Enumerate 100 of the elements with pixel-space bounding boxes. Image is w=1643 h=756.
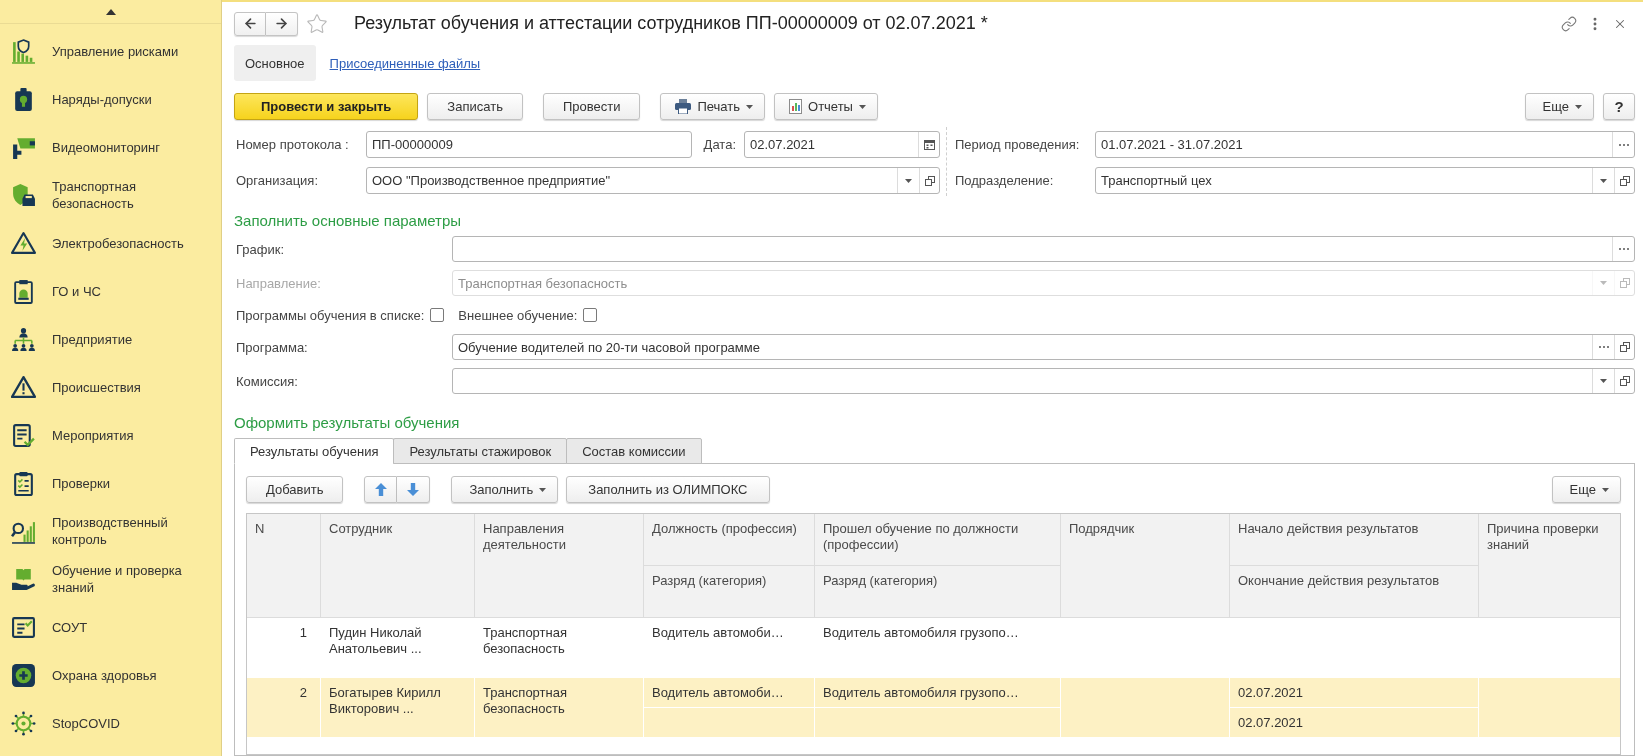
print-button[interactable]: Печать: [660, 93, 765, 120]
field-label: Подразделение:: [954, 173, 1055, 188]
sidebar-item[interactable]: СОУТ: [0, 603, 88, 651]
caret-icon: [1602, 487, 1609, 492]
link-icon[interactable]: [1561, 15, 1577, 32]
document-check-icon: [11, 422, 36, 448]
caret-icon: [1575, 104, 1582, 109]
sidebar-item[interactable]: Электробезопасность: [0, 219, 184, 267]
sidebar-item[interactable]: Проверки: [0, 459, 110, 507]
date-field[interactable]: 02.07.2021: [744, 131, 940, 158]
star-icon[interactable]: [306, 12, 328, 35]
dropdown-field[interactable]: Транспортный цех: [1095, 167, 1635, 194]
text-field[interactable]: ПП-00000009: [366, 131, 692, 158]
move-down-button[interactable]: [397, 476, 431, 503]
toolbar-button[interactable]: Добавить: [246, 476, 344, 503]
sidebar-item[interactable]: Производственный контроль: [0, 507, 202, 555]
sidebar-item[interactable]: Охрана здоровья: [0, 651, 157, 699]
menu-button[interactable]: Еще: [1551, 476, 1621, 503]
table-cell: Транспортная безопасность: [474, 677, 644, 738]
shield-car-icon: [11, 182, 36, 208]
medical-cross-icon: [11, 662, 36, 688]
caret-icon: [746, 104, 753, 109]
dropdown-field[interactable]: ООО "Производственное предприятие": [366, 167, 940, 194]
calendar-icon: [923, 139, 935, 150]
column-header[interactable]: Сотрудник: [320, 514, 475, 618]
sidebar-item[interactable]: Управление рисками: [0, 27, 179, 75]
field-label: Дата:: [702, 137, 737, 152]
sidebar-item[interactable]: Обучение и проверка знаний: [0, 555, 202, 603]
checklist-card-icon: [11, 614, 36, 640]
column-header[interactable]: Подрядчик: [1060, 514, 1230, 618]
column-header[interactable]: Разряд (категория): [643, 565, 815, 618]
toolbar-button[interactable]: Заполнить из ОЛИМПОКС: [566, 476, 770, 503]
sidebar-item[interactable]: StopCOVID: [0, 699, 120, 747]
report-chart-icon: [789, 99, 802, 114]
section-title: Заполнить основные параметры: [234, 211, 462, 231]
up-arrow-icon: [374, 483, 387, 496]
toolbar-button[interactable]: Провести: [542, 93, 641, 120]
field-label: Организация:: [235, 173, 320, 188]
tab[interactable]: Состав комиссии: [566, 438, 702, 464]
virus-icon: [11, 710, 36, 736]
column-header[interactable]: Окончание действия результатов: [1229, 565, 1479, 618]
help-button[interactable]: ?: [1603, 93, 1635, 120]
sidebar-item[interactable]: Видеомониторинг: [0, 123, 161, 171]
sidebar-item[interactable]: Транспортная безопасность: [0, 171, 202, 219]
sidebar-item[interactable]: Наряды-допуски: [0, 75, 152, 123]
primary-button[interactable]: Провести и закрыть: [234, 93, 419, 120]
table-row[interactable]: 1 Пудин Николай Анатольевич ... Транспортная безопасность Водитель автомоби… Водитель автомобиля грузопо…: [247, 617, 1620, 678]
reports-button[interactable]: Отчеты: [774, 93, 878, 120]
column-header[interactable]: Направления деятельности: [474, 514, 644, 618]
form-tab-link[interactable]: Присоединенные файлы: [329, 55, 481, 71]
column-header[interactable]: Начало действия результатов: [1229, 514, 1479, 566]
select-field[interactable]: 01.07.2021 - 31.07.2021: [1095, 131, 1635, 158]
table-row[interactable]: 2 Богатырев Кирилл Викторович ... Транспортная безопасность Водитель автомоби… Водитель автомобиля грузопо… 02.07.2021 02.07.2021: [247, 677, 1620, 738]
checkbox[interactable]: [430, 308, 445, 322]
hand-book-icon: [11, 566, 36, 592]
open-window-icon: [1619, 278, 1630, 288]
checkbox-label: Программы обучения в списке:: [235, 307, 425, 323]
column-header[interactable]: Прошел обучение по должности (профессии): [814, 514, 1061, 566]
menu-button[interactable]: Заполнить: [451, 476, 559, 503]
field-label: Комиссия:: [235, 373, 299, 389]
caret-icon: [1600, 281, 1607, 285]
toolbar-button[interactable]: Записать: [427, 93, 523, 120]
sidebar-item[interactable]: Происшествия: [0, 363, 141, 411]
bar-chart-shield-icon: [11, 38, 36, 64]
sidebar-item[interactable]: Предприятие: [0, 315, 133, 363]
sidebar-item[interactable]: Мероприятия: [0, 411, 134, 459]
caret-icon: [1600, 178, 1607, 183]
column-header[interactable]: Разряд (категория): [814, 565, 1061, 618]
open-window-icon: [924, 175, 935, 186]
table-cell: 1: [247, 617, 321, 678]
back-button[interactable]: [234, 11, 266, 36]
tab[interactable]: Результаты обучения: [234, 438, 395, 464]
table-cell: Пудин Николай Анатольевич ...: [320, 617, 475, 678]
open-window-icon: [1619, 342, 1630, 352]
ellipsis-icon: [1618, 143, 1629, 146]
tab[interactable]: Результаты стажировок: [393, 438, 568, 464]
caret-icon: [905, 178, 912, 183]
forward-button[interactable]: [266, 11, 298, 36]
table-cell: Транспортная безопасность: [474, 617, 644, 678]
table-cell: 02.07.2021: [1229, 677, 1479, 708]
caret-icon: [858, 104, 866, 109]
form-tab[interactable]: Основное: [234, 45, 316, 81]
select-field[interactable]: [452, 236, 1635, 262]
scroll-up-icon[interactable]: [105, 8, 116, 15]
table-cell: Водитель автомоби…: [643, 677, 815, 708]
select-field[interactable]: Обучение водителей по 20-ти часовой программе: [452, 334, 1635, 360]
sidebar-item[interactable]: ГО и ЧС: [0, 267, 101, 315]
dropdown-field[interactable]: [452, 368, 1635, 394]
field-label: Программа:: [235, 339, 309, 355]
move-up-button[interactable]: [364, 476, 398, 503]
field-label: Номер протокола :: [235, 137, 350, 152]
field-label: Период проведения:: [954, 137, 1081, 152]
warning-icon: [11, 374, 36, 400]
column-header[interactable]: Причина проверки знаний: [1478, 514, 1620, 618]
table-cell: Водитель автомобиля грузопо…: [814, 677, 1061, 708]
printer-icon: [675, 99, 692, 114]
checkbox[interactable]: [583, 308, 598, 322]
menu-button[interactable]: Еще: [1524, 93, 1594, 120]
column-header[interactable]: Должность (профессия): [643, 514, 815, 566]
column-header[interactable]: N: [247, 514, 321, 618]
